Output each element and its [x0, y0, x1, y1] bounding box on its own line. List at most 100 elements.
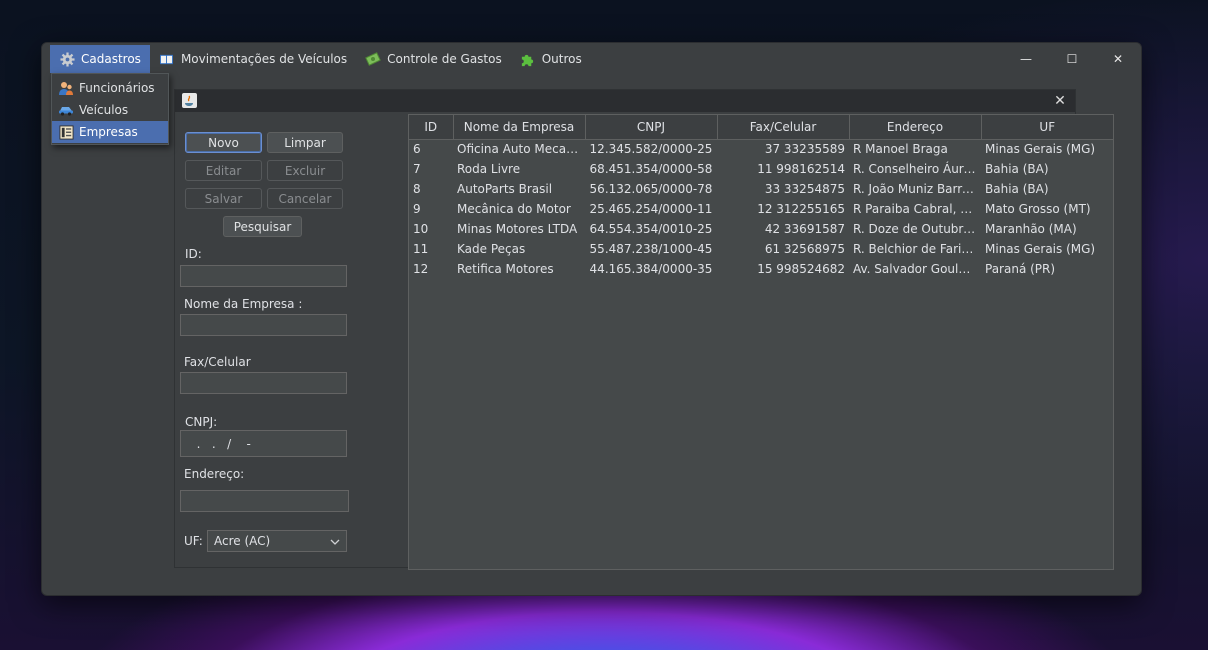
table-header-row: ID Nome da Empresa CNPJ Fax/Celular Ende…	[409, 115, 1113, 140]
excluir-button[interactable]: Excluir	[267, 160, 343, 181]
cell-nome: AutoParts Brasil	[457, 182, 553, 196]
table-row[interactable]: 6 Oficina Auto Mecanica 12.345.582/0000-…	[409, 139, 1113, 159]
cell-fax: 33 33254875	[764, 182, 845, 196]
cell-fax: 37 33235589	[764, 142, 845, 157]
nome-empresa-label: Nome da Empresa :	[184, 297, 303, 311]
cell-nome: Retifica Motores	[457, 262, 554, 276]
salvar-button[interactable]: Salvar	[185, 188, 262, 209]
cell-cnpj: 25.465.254/0000-11	[589, 202, 713, 216]
column-header-cnpj[interactable]: CNPJ	[585, 115, 718, 140]
menu-outros[interactable]: Outros	[511, 45, 591, 73]
column-header-nome[interactable]: Nome da Empresa	[453, 115, 586, 140]
table-row[interactable]: 12 Retifica Motores 44.165.384/0000-35 1…	[409, 259, 1113, 279]
cell-fax: 11 998162514	[757, 162, 845, 176]
cell-endereco: R Paraiba Cabral, Espir...	[853, 202, 981, 216]
endereco-label: Endereço:	[184, 467, 245, 481]
cell-fax: 12 312255165	[757, 202, 845, 216]
internal-frame-close-button[interactable]: ✕	[1051, 92, 1069, 110]
cell-cnpj: 44.165.384/0000-35	[589, 262, 713, 276]
novo-button[interactable]: Novo	[185, 132, 262, 153]
menu-cadastros[interactable]: Cadastros	[50, 45, 150, 73]
cell-id: 8	[413, 182, 421, 196]
close-button[interactable]: ✕	[1095, 43, 1141, 74]
endereco-field[interactable]	[180, 490, 349, 512]
column-header-uf[interactable]: UF	[981, 115, 1113, 140]
money-icon	[365, 51, 381, 67]
cell-id: 6	[413, 142, 421, 157]
menu-movimentacoes[interactable]: Movimentações de Veículos	[150, 45, 356, 73]
table-row[interactable]: 7 Roda Livre 68.451.354/0000-58 11 99816…	[409, 159, 1113, 179]
nome-empresa-field[interactable]	[180, 314, 347, 336]
cell-uf: Paraná (PR)	[985, 262, 1056, 276]
menu-item-empresas-label: Empresas	[79, 125, 138, 139]
car-icon	[58, 102, 74, 118]
cell-endereco: Av. Salvador Goulart ...	[853, 262, 981, 276]
cell-nome: Mecânica do Motor	[457, 202, 571, 216]
menu-item-empresas[interactable]: Empresas	[52, 121, 168, 143]
company-icon	[58, 124, 74, 140]
uf-label: UF:	[184, 534, 203, 548]
maximize-button[interactable]: ☐	[1049, 43, 1095, 74]
cell-endereco: R Manoel Braga	[853, 142, 948, 157]
menu-item-veiculos-label: Veículos	[79, 103, 129, 117]
menu-item-veiculos[interactable]: Veículos	[52, 99, 168, 121]
cell-uf: Minas Gerais (MG)	[985, 142, 1096, 157]
cell-id: 9	[413, 202, 421, 216]
column-header-id[interactable]: ID	[409, 115, 454, 140]
cell-cnpj: 68.451.354/0000-58	[589, 162, 713, 176]
column-header-fax[interactable]: Fax/Celular	[717, 115, 850, 140]
cell-cnpj: 64.554.354/0010-25	[589, 222, 713, 236]
cell-uf: Bahia (BA)	[985, 182, 1049, 196]
menu-controle-gastos-label: Controle de Gastos	[387, 52, 502, 66]
menu-item-funcionarios[interactable]: Funcionários	[52, 77, 168, 99]
cell-uf: Maranhão (MA)	[985, 222, 1077, 236]
uf-select[interactable]: Acre (AC)	[207, 530, 347, 552]
cell-nome: Oficina Auto Mecanica	[457, 142, 585, 157]
menu-outros-label: Outros	[541, 52, 582, 66]
menu-cadastros-label: Cadastros	[81, 52, 141, 66]
cell-fax: 61 32568975	[764, 242, 845, 256]
java-icon	[182, 93, 197, 108]
book-icon	[159, 51, 175, 67]
cell-endereco: R. Conselheiro Áurelia...	[853, 162, 981, 176]
cell-cnpj: 12.345.582/0000-25	[589, 142, 713, 157]
cell-fax: 42 33691587	[764, 222, 845, 236]
internal-frame-titlebar: ✕	[175, 90, 1075, 112]
limpar-button[interactable]: Limpar	[267, 132, 343, 153]
column-header-endereco[interactable]: Endereço	[849, 115, 982, 140]
cnpj-label: CNPJ:	[185, 415, 218, 429]
table-row[interactable]: 10 Minas Motores LTDA 64.554.354/0010-25…	[409, 219, 1113, 239]
menu-controle-gastos[interactable]: Controle de Gastos	[356, 45, 511, 73]
table-row[interactable]: 8 AutoParts Brasil 56.132.065/0000-78 33…	[409, 179, 1113, 199]
cell-fax: 15 998524682	[757, 262, 845, 276]
id-label: ID:	[185, 247, 202, 261]
cell-endereco: R. Belchior de Faria, 6...	[853, 242, 981, 256]
cell-id: 10	[413, 222, 429, 236]
editar-button[interactable]: Editar	[185, 160, 262, 181]
table-row[interactable]: 9 Mecânica do Motor 25.465.254/0000-11 1…	[409, 199, 1113, 219]
cadastros-dropdown: Funcionários Veículos Empresas	[51, 73, 169, 145]
menu-movimentacoes-label: Movimentações de Veículos	[180, 52, 348, 66]
table-row[interactable]: 11 Kade Peças 55.487.238/1000-45 61 3256…	[409, 239, 1113, 259]
cell-nome: Roda Livre	[457, 162, 521, 176]
gear-icon	[59, 51, 75, 67]
cnpj-field[interactable]: . . / -	[180, 430, 347, 457]
fax-celular-field[interactable]	[180, 372, 347, 394]
menu-item-funcionarios-label: Funcionários	[79, 81, 155, 95]
cell-id: 11	[413, 242, 429, 256]
pesquisar-button[interactable]: Pesquisar	[223, 216, 302, 237]
cell-uf: Bahia (BA)	[985, 162, 1049, 176]
empresas-table[interactable]: ID Nome da Empresa CNPJ Fax/Celular Ende…	[408, 114, 1114, 570]
cancelar-button[interactable]: Cancelar	[267, 188, 343, 209]
main-window: Cadastros Movimentações de Veículos Cont…	[41, 42, 1142, 596]
id-field[interactable]	[180, 265, 347, 287]
cell-endereco: R. João Muniz Barreto,...	[853, 182, 981, 196]
fax-celular-label: Fax/Celular	[184, 355, 251, 369]
cell-nome: Minas Motores LTDA	[457, 222, 578, 236]
chevron-down-icon	[330, 534, 340, 548]
uf-select-value: Acre (AC)	[214, 534, 271, 548]
minimize-button[interactable]: —	[1003, 43, 1049, 74]
cell-nome: Kade Peças	[457, 242, 526, 256]
cell-cnpj: 55.487.238/1000-45	[589, 242, 713, 256]
cell-uf: Minas Gerais (MG)	[985, 242, 1096, 256]
